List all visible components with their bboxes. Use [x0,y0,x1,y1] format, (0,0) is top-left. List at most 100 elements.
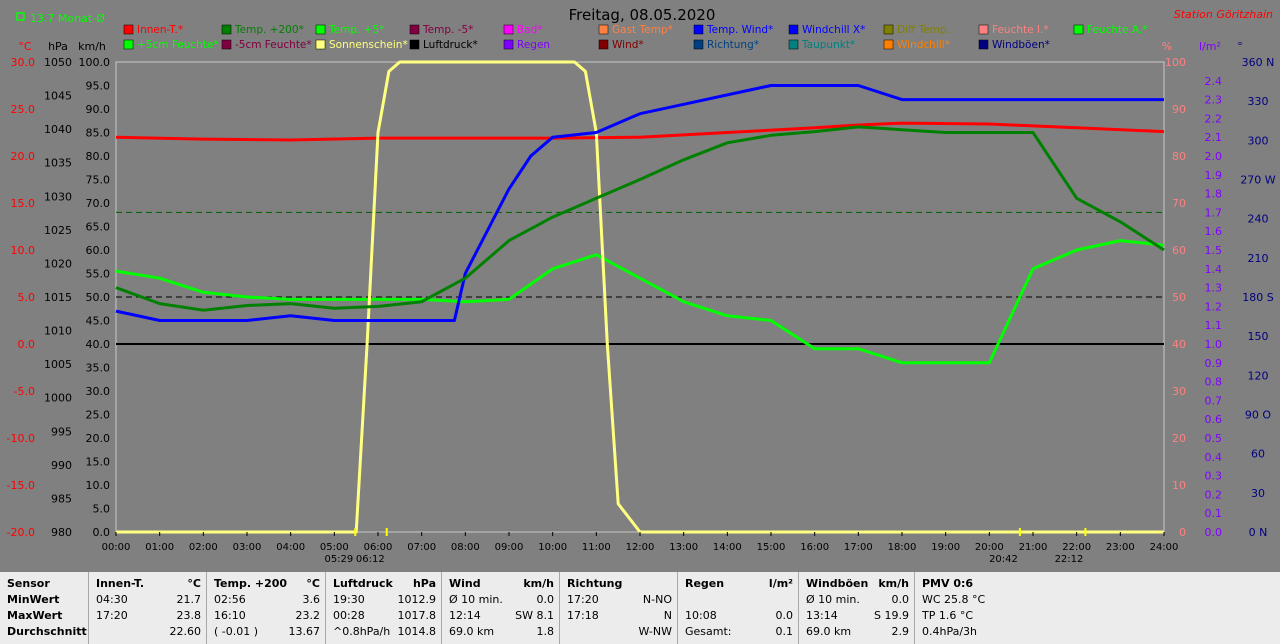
legend-label: -5cm Feuchte* [235,39,312,51]
axis-tick-rain: 0.5 [1205,432,1223,445]
stats-cell: 13:14 [806,609,838,622]
x-tick-label: 05:00 [320,542,349,553]
stats-row: WC 25.8 °C [915,592,1035,608]
stats-cell: 12:14 [449,609,481,622]
stats-cell: Innen-T. [96,577,145,590]
legend-swatch [221,24,232,35]
stats-cell: Temp. +200 [214,577,288,590]
axis-tick-direction: 330 [1248,95,1269,108]
stats-cell: Regen [685,577,725,590]
axis-tick-rain: 1.0 [1205,338,1223,351]
legend-swatch [1073,24,1084,35]
axis-tick-kmh: 10.0 [86,479,111,492]
axis-tick-percent: 70 [1172,197,1186,210]
axis-tick-kmh: 5.0 [93,503,111,516]
header: 13.7 Monat-Ø Freitag, 08.05.2020 Station… [16,6,1273,25]
legend-swatch [409,24,420,35]
axis-tick-kmh: 60.0 [86,244,111,257]
stats-cell: 10:08 [685,609,717,622]
stats-cell: S 19.9 [874,609,909,622]
stats-header-row: Wind km/h [442,576,560,592]
stats-cell: 13.67 [288,625,321,638]
axis-tick-kmh: 50.0 [86,291,111,304]
x-tick-label: 24:00 [1150,542,1179,553]
stats-cell: TP 1.6 °C [922,609,974,622]
legend-label: Innen-T.* [137,24,183,36]
stats-cell: PMV 0:6 [922,577,974,590]
axis-tick-rain: 1.6 [1205,225,1223,238]
axis-tick-rain: 0.8 [1205,376,1223,389]
legend-label: Sonnenschein* [329,39,408,51]
stats-cell: N [663,609,672,622]
stats-cell: km/h [523,577,554,590]
legend-swatch [315,39,326,50]
axis-tick-rain: 2.3 [1205,94,1223,107]
legend-label: Temp. +200* [234,24,304,36]
axis-tick-celsius: -20.0 [7,526,35,539]
axis-tick-celsius: 25.0 [11,103,36,116]
stats-row: 17:20 23.8 [89,608,207,624]
stats-cell: 3.6 [302,593,321,606]
x-tick-label: 21:00 [1019,542,1048,553]
stats-cell: Wind [449,577,481,590]
axis-tick-rain: 2.0 [1205,150,1223,163]
stats-cell: WC 25.8 °C [922,593,986,606]
stats-header-row: Temp. +200 °C [207,576,326,592]
legend-label: Regen [517,39,550,51]
axis-tick-kmh: 70.0 [86,197,111,210]
stats-cell: 0.0 [891,593,910,606]
chart-title: Freitag, 08.05.2020 [569,6,716,24]
axis-tick-rain: 1.3 [1205,282,1223,295]
axis-tick-rain: 0.6 [1205,413,1223,426]
stats-column: Regen l/m² 10:08 0.0 Gesamt: 0.1 [677,572,799,644]
x-tick-label: 02:00 [189,542,218,553]
axis-tick-rain: 1.9 [1205,169,1223,182]
stats-row: 69.0 km 2.9 [799,624,915,640]
stats-header-row: Luftdruck hPa [326,576,442,592]
sun-marker-label: 22:12 [1055,554,1084,565]
axis-tick-percent: 30 [1172,385,1186,398]
legend-swatch [123,39,134,50]
stats-cell: Sensor [7,577,50,590]
stats-cell: 0.0 [775,609,794,622]
axis-tick-hpa: 1045 [44,90,72,103]
stats-row: Gesamt: 0.1 [678,624,799,640]
axis-tick-percent: 40 [1172,338,1186,351]
axis-tick-hpa: 1020 [44,257,72,270]
axes: 00:00 01:00 02:00 03:00 04:00 05:00 06:00 07:00… [7,40,1276,565]
axis-unit-percent: % [1162,40,1172,53]
stats-row: 02:56 3.6 [207,592,326,608]
axis-unit-kmh: km/h [78,40,106,53]
axis-tick-celsius: 30.0 [11,56,36,69]
legend-swatch [503,24,514,35]
axis-tick-rain: 0.7 [1205,394,1223,407]
axis-tick-kmh: 85.0 [86,127,111,140]
stats-header-row: Innen-T. °C [89,576,207,592]
x-tick-label: 09:00 [495,542,524,553]
stats-row: ^0.8hPa/h 1014.8 [326,624,442,640]
stats-cell: SW 8.1 [515,609,554,622]
x-tick-label: 03:00 [233,542,262,553]
axis-tick-percent: 60 [1172,244,1186,257]
legend-swatch [978,39,989,50]
x-tick-label: 19:00 [931,542,960,553]
month-average: 13.7 Monat-Ø [30,12,105,25]
stats-cell: °C [306,577,320,590]
stats-cell: 2.9 [891,625,910,638]
axis-tick-celsius: 5.0 [18,291,36,304]
axis-tick-hpa: 1050 [44,56,72,69]
axis-unit-hpa: hPa [48,40,68,53]
x-tick-label: 07:00 [407,542,436,553]
axis-tick-rain: 0.4 [1205,451,1223,464]
axis-tick-direction: 270 W [1240,174,1275,187]
stats-column: Richtung 17:20 N-NO 17:18 N W-NW [559,572,678,644]
axis-tick-rain: 1.7 [1205,206,1223,219]
axis-tick-rain: 1.5 [1205,244,1223,257]
stats-cell: Windböen [806,577,869,590]
axis-tick-celsius: -15.0 [7,479,35,492]
stats-cell: 16:10 [214,609,246,622]
axis-tick-kmh: 75.0 [86,174,111,187]
x-tick-label: 22:00 [1062,542,1091,553]
axis-tick-percent: 20 [1172,432,1186,445]
axis-tick-percent: 100 [1165,56,1186,69]
